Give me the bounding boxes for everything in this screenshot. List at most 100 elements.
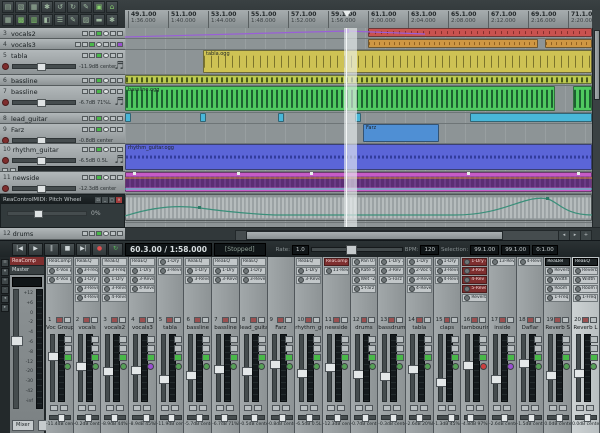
phase-button[interactable] [106,405,114,411]
timeline-ruler[interactable]: 49.1.001:36.00051.1.001:40.00053.1.001:4… [125,10,592,29]
volume-fader[interactable] [327,334,332,402]
knob-icon[interactable] [160,259,166,265]
volume-slider[interactable] [12,138,76,143]
send-slot[interactable]: 3-Reverb S [241,276,266,284]
mute-button[interactable] [83,317,90,323]
pan-slider[interactable] [49,415,71,420]
pan-slider[interactable] [77,415,99,420]
fx-slot[interactable]: Wet -26.4 dB [352,276,377,284]
send-slot[interactable]: 4-Reverb L [435,276,460,284]
channel-name[interactable]: vocals [74,324,101,332]
send-slot[interactable]: 1-Dry [407,258,432,266]
env-button[interactable] [82,127,88,132]
routing-button[interactable] [116,405,124,411]
envelope-icon[interactable]: ◧ [41,14,53,26]
fx-button[interactable] [96,147,102,152]
track-panel-vocals2[interactable]: 3vocals2 [0,28,125,39]
send-slot[interactable]: 3-Reverb S [213,276,238,284]
fx-slot[interactable]: Room noise [573,285,598,293]
maximize-icon[interactable]: □ [109,197,115,203]
send-slot[interactable]: Reverb normal [462,294,487,302]
send-slot[interactable]: 3-Rev -26.4 dB [379,267,404,275]
media-item[interactable] [368,28,592,37]
io-button[interactable] [285,336,293,343]
send-slot[interactable]: 1-Dry [435,258,460,266]
pan-slider-cap[interactable] [58,414,65,422]
phase-button[interactable] [493,405,501,411]
solo-button[interactable] [147,317,154,323]
knob-icon[interactable] [187,277,193,283]
phase-button[interactable] [355,405,363,411]
mute-button[interactable] [277,317,284,323]
routing-button[interactable] [559,405,567,411]
pan-slider[interactable] [298,415,320,420]
track-name[interactable]: newside [13,174,80,182]
fx-button[interactable] [96,89,102,94]
volume-fader[interactable] [188,334,193,402]
fx-slot[interactable]: Width 1.00 [573,276,598,284]
send-slot[interactable]: 4-Reverb L [130,285,155,293]
phase-button[interactable] [521,405,529,411]
monitor-icon[interactable] [103,53,109,58]
volume-fader[interactable] [548,334,553,402]
send-slot[interactable]: 4-Reverb L [75,294,100,302]
item-edit-icon[interactable]: ✎ [80,1,92,13]
env-button[interactable] [285,345,293,352]
fx-button[interactable] [368,354,376,361]
pan-slider-cap[interactable] [306,414,313,422]
phase-button[interactable] [383,405,391,411]
grid-lines-icon[interactable]: ▦ [2,14,14,26]
knob-icon[interactable] [132,286,138,292]
media-item[interactable] [125,75,592,84]
send-slot[interactable]: 3-Rev Rv 131.4 [462,267,487,275]
pitch-wheel-slider[interactable] [7,211,87,216]
mixer-strip-Reverb S[interactable]: ReaDelReverb 22 msWidth 2.44Room noise1-… [544,257,572,433]
knob-icon[interactable] [437,259,443,265]
solo-button[interactable] [117,78,123,83]
solo-button[interactable] [91,317,98,323]
channel-name[interactable]: bassdrum [378,324,405,332]
monitor-icon[interactable] [103,78,109,83]
phase-button[interactable] [410,405,418,411]
env-button[interactable] [368,345,376,352]
phase-button[interactable] [549,405,557,411]
record-arm-button[interactable] [507,363,514,370]
mute-button[interactable] [388,317,395,323]
fx-slot[interactable]: ReaEQ [296,258,321,266]
solo-button[interactable] [285,317,292,323]
media-item[interactable] [545,39,592,48]
knob-icon[interactable] [77,268,83,274]
go-to-end-button[interactable]: ▶| [76,243,91,256]
track-name[interactable]: rhythm_guitar [13,146,80,154]
play-button[interactable]: ▶ [28,243,43,256]
env-button[interactable] [82,231,88,236]
channel-name[interactable]: rhythm_guitar [295,324,322,332]
io-button[interactable] [89,147,95,152]
knob-icon[interactable] [547,286,553,292]
record-arm-button[interactable] [480,363,487,370]
fx-slot[interactable]: ReaComp [47,258,72,266]
channel-name[interactable]: Daflar [517,324,544,332]
mixer-strip-rhythm_guitar[interactable]: ReaEQ1-Dry3-Reverb S10rhythm_guitar-6.5d… [295,257,323,433]
show-meters-icon[interactable]: - [1,286,9,294]
routing-button[interactable] [226,405,234,411]
pan-slider-cap[interactable] [168,414,175,422]
mixer-strip-tambourine[interactable]: 1-Dry 45.2 dB3-Rev Rv 131.44-Rev Rv 1.4 … [461,257,489,433]
knob-icon[interactable] [77,295,83,301]
io-button[interactable] [89,175,95,180]
media-item[interactable] [125,194,592,221]
pan-slider-cap[interactable] [334,414,341,422]
media-item[interactable]: tabla.ogg [203,50,592,73]
fx-slot[interactable]: ReaEQ [102,258,127,266]
media-item[interactable] [470,113,592,122]
fx-slot[interactable]: 1-Freq (L) 32.2 Hz [573,294,598,302]
track-panel-newside[interactable]: 11newside-12.3dB center [0,172,125,194]
master-label[interactable]: Master [10,266,44,275]
io-button[interactable] [313,336,321,343]
record-arm-button[interactable] [563,363,570,370]
send-slot[interactable]: 13-Reverb S [490,258,515,266]
pan-slider-cap[interactable] [279,414,286,422]
knob-icon[interactable] [298,277,304,283]
fx-button[interactable] [202,354,210,361]
pan-slider-cap[interactable] [221,414,228,422]
